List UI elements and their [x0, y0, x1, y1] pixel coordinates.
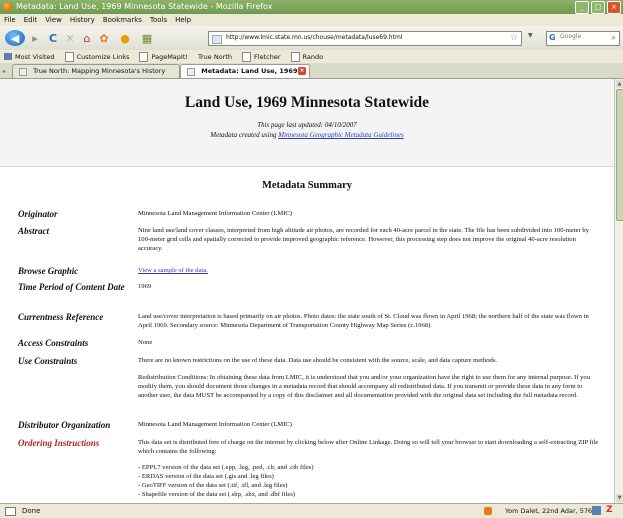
- menu-bookmarks[interactable]: Bookmarks: [99, 14, 146, 26]
- ordering-label: Ordering Instructions: [18, 438, 100, 448]
- ordering-value: This data set is distributed free of cha…: [138, 439, 599, 455]
- stop-button[interactable]: ✕: [63, 30, 77, 46]
- menu-file[interactable]: File: [0, 14, 20, 26]
- browse-value: View a sample of the data.: [138, 266, 600, 275]
- tab-strip: ◂ True North: Mapping Minnesota's Histor…: [0, 63, 623, 89]
- currentness-label: Currentness Reference: [18, 312, 104, 322]
- firefox-logo-icon: [3, 2, 12, 11]
- tab-list-icon[interactable]: ◂: [2, 68, 5, 75]
- addon-icon[interactable]: ●: [116, 30, 134, 46]
- originator-label: Originator: [18, 209, 58, 219]
- page-icon: [290, 51, 300, 62]
- abstract-label: Abstract: [18, 226, 50, 236]
- summary-heading: Metadata Summary: [261, 180, 353, 191]
- page-icon: [64, 51, 74, 62]
- use-value: There are no known restrictions on the u…: [138, 357, 498, 364]
- use-label: Use Constraints: [18, 356, 78, 366]
- bookmark-pagemapit[interactable]: PageMapIt!: [139, 51, 188, 62]
- vertical-scrollbar[interactable]: ▲ ▼: [614, 79, 623, 503]
- forward-button[interactable]: ▸: [28, 30, 42, 46]
- zotero-icon[interactable]: Z: [606, 505, 613, 515]
- window-title: Metadata: Land Use, 1969 Minnesota State…: [16, 2, 273, 11]
- google-icon[interactable]: G: [549, 33, 556, 42]
- list-item: - ERDAS version of the data set (.gis an…: [138, 473, 274, 480]
- addon-icon[interactable]: ✿: [97, 30, 111, 46]
- sample-link[interactable]: View a sample of the data.: [138, 267, 208, 274]
- page-icon: [242, 51, 252, 62]
- access-value: None: [138, 339, 153, 346]
- bookmark-rando[interactable]: Rando: [290, 51, 323, 62]
- page-content: Land Use, 1969 Minnesota Statewide This …: [0, 79, 614, 503]
- window-controls: _ □ ×: [575, 1, 621, 14]
- tab-metadata[interactable]: Metadata: Land Use, 1969 Minne... ×: [180, 64, 310, 89]
- status-text: Done: [22, 507, 41, 515]
- menu-edit[interactable]: Edit: [20, 14, 42, 26]
- scrollbar-thumb[interactable]: [616, 89, 623, 221]
- menu-history[interactable]: History: [66, 14, 99, 26]
- page-favicon-icon: [212, 35, 222, 44]
- guidelines-link[interactable]: Minnesota Geographic Metadata Guidelines: [278, 131, 403, 139]
- page-icon: [19, 67, 27, 76]
- url-text: http://www.lmic.state.mn.us/chouse/metad…: [226, 34, 403, 41]
- navigation-toolbar: ◀ ▸ C ✕ ⌂ ✿ ● ▦ http://www.lmic.state.mn…: [0, 26, 623, 51]
- download-list: - EPPL7 version of the data set (.epp, .…: [138, 463, 600, 499]
- time-period-label: Time Period of Content Date: [18, 282, 125, 292]
- search-icon[interactable]: ⌕: [612, 33, 616, 43]
- metadata-credit: Metadata created using Minnesota Geograp…: [210, 131, 404, 139]
- minimize-button[interactable]: _: [575, 1, 589, 14]
- menu-view[interactable]: View: [41, 14, 66, 26]
- page-title: Land Use, 1969 Minnesota Statewide: [184, 94, 430, 111]
- list-item: - GeoTIFF version of the data set (.tif,…: [138, 482, 288, 489]
- redistribution-value: Redistribution Conditions: In obtaining …: [138, 374, 591, 399]
- bookmark-folder-icon: [4, 53, 12, 60]
- back-button[interactable]: ◀: [5, 30, 25, 46]
- page-icon: [187, 67, 195, 76]
- hebrew-date: Yom Dalet, 22nd Adar, 5769: [505, 507, 597, 515]
- url-dropdown-icon[interactable]: ▼: [528, 32, 533, 39]
- time-period-value: 1969: [138, 283, 152, 290]
- menu-help[interactable]: Help: [171, 14, 195, 26]
- list-item: - EPPL7 version of the data set (.epp, .…: [138, 464, 314, 471]
- bookmark-true-north[interactable]: True North: [198, 53, 232, 61]
- search-input[interactable]: [560, 33, 606, 40]
- reload-button[interactable]: C: [46, 30, 60, 46]
- bookmark-fletcher[interactable]: Fletcher: [242, 51, 281, 62]
- menu-tools[interactable]: Tools: [146, 14, 171, 26]
- distributor-label: Distributor Organization: [18, 420, 111, 430]
- scroll-down-icon[interactable]: ▼: [616, 494, 623, 502]
- list-item: - Shapefile version of the data set (.sh…: [138, 491, 296, 498]
- addon-icon[interactable]: [592, 506, 601, 515]
- distributor-value: Minnesota Land Management Information Ce…: [138, 421, 292, 428]
- home-button[interactable]: ⌂: [80, 30, 94, 46]
- bookmark-customize-links[interactable]: Customize Links: [64, 51, 129, 62]
- url-bar[interactable]: http://www.lmic.state.mn.us/chouse/metad…: [208, 31, 522, 46]
- window-titlebar: Metadata: Land Use, 1969 Minnesota State…: [0, 0, 623, 14]
- abstract-value: Nine land use/land cover classes, interp…: [138, 227, 590, 252]
- browse-label: Browse Graphic: [18, 266, 79, 276]
- page-icon: [139, 51, 149, 62]
- page-status-icon: [5, 507, 16, 516]
- close-window-button[interactable]: ×: [607, 1, 621, 14]
- status-bar: Done Yom Dalet, 22nd Adar, 5769 Z: [0, 503, 623, 518]
- bookmarks-toolbar: Most Visited Customize Links PageMapIt! …: [0, 50, 623, 63]
- scroll-up-icon[interactable]: ▲: [616, 80, 623, 88]
- addon-icon[interactable]: ▦: [138, 30, 156, 46]
- tab-true-north[interactable]: True North: Mapping Minnesota's History: [12, 64, 180, 78]
- bookmark-star-icon[interactable]: ☆: [510, 33, 518, 43]
- maximize-button[interactable]: □: [591, 1, 605, 14]
- bookmark-most-visited[interactable]: Most Visited: [0, 53, 55, 61]
- search-box[interactable]: G ⌕: [546, 31, 620, 46]
- close-tab-button[interactable]: ×: [298, 67, 306, 75]
- rss-icon[interactable]: [484, 507, 492, 515]
- access-label: Access Constraints: [18, 338, 89, 348]
- currentness-value: Land use/cover interpretation is based p…: [138, 313, 589, 329]
- menu-bar: File Edit View History Bookmarks Tools H…: [0, 14, 623, 26]
- last-updated: This page last updated: 04/10/2007: [257, 121, 357, 129]
- originator-value: Minnesota Land Management Information Ce…: [138, 210, 292, 217]
- page-header: Land Use, 1969 Minnesota Statewide This …: [0, 79, 614, 167]
